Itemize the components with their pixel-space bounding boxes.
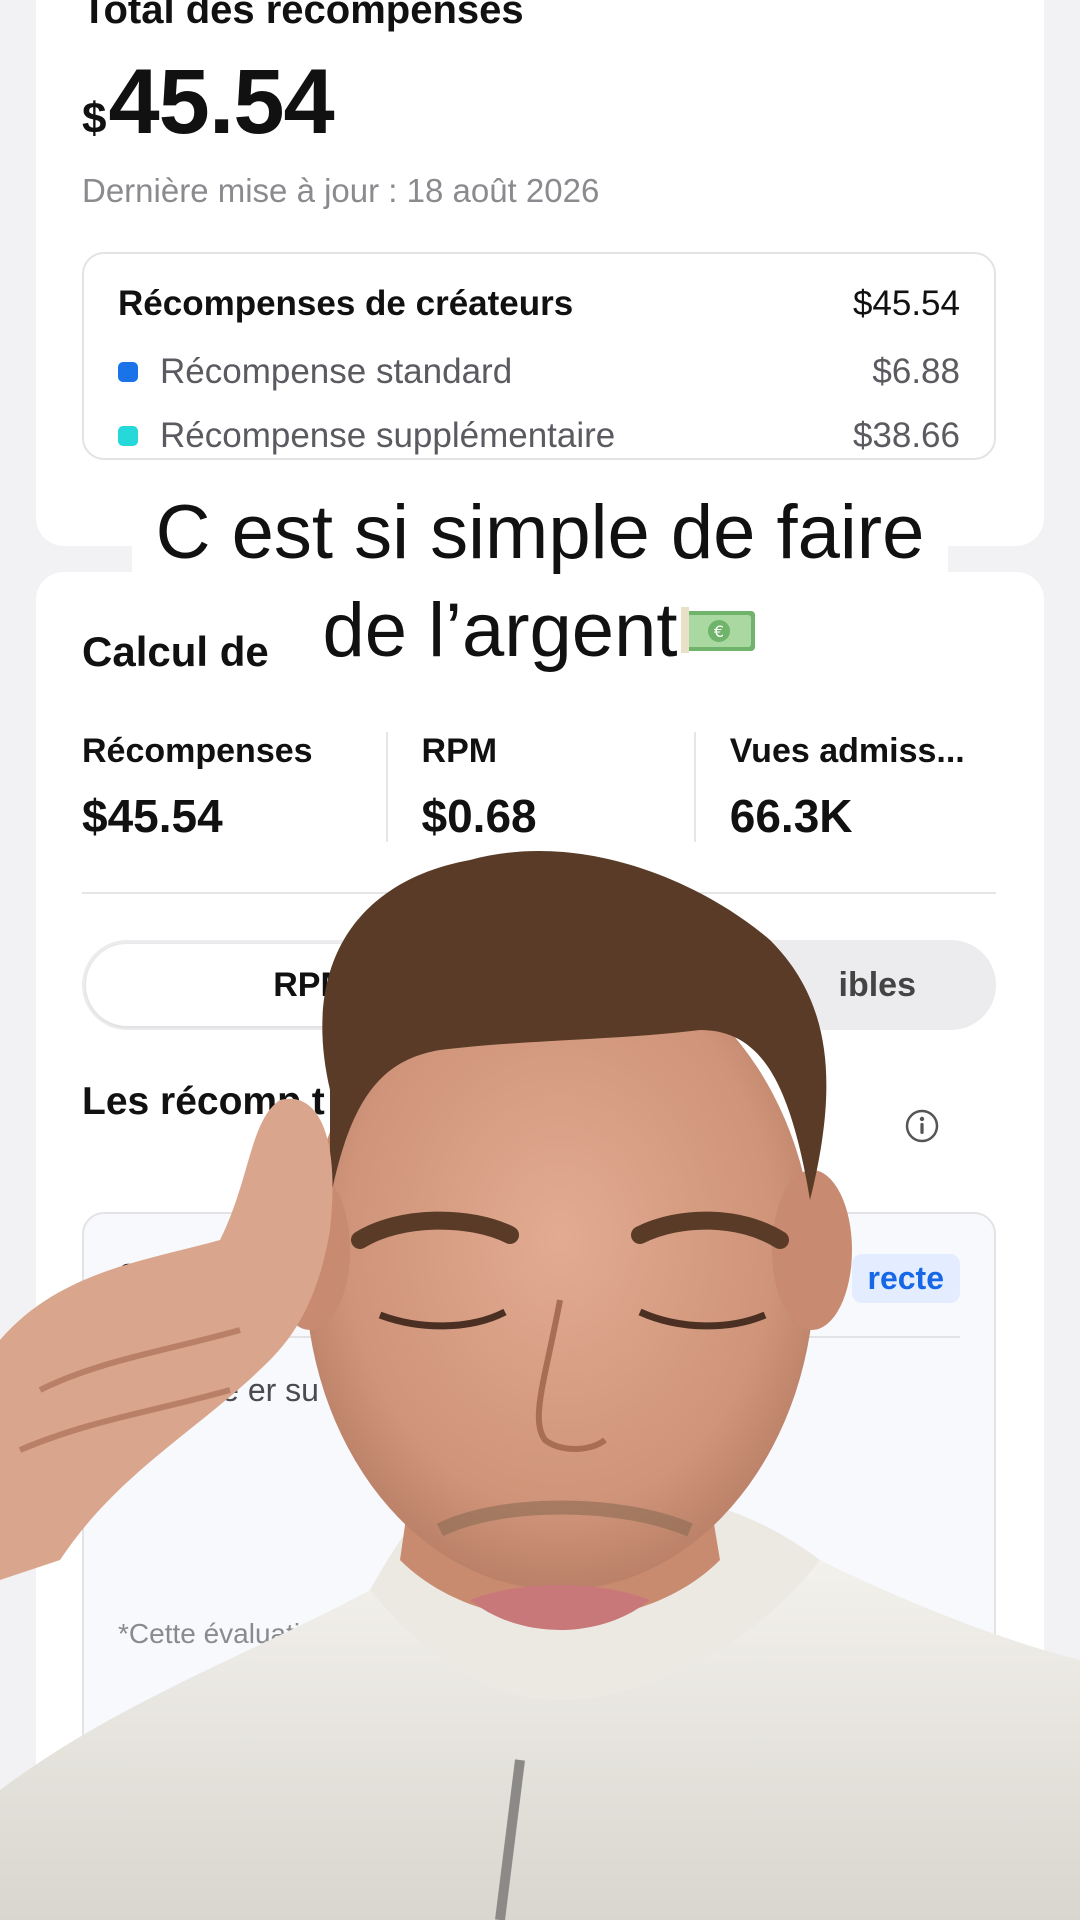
caption-line-2-text: de l’argent [322,588,678,673]
caption-line-1: C est si simple de faire [131,490,949,575]
screen: Total des récompenses $ 45.54 Dernière m… [0,0,1080,1920]
video-caption: C est si simple de faire de l’argent € [0,484,1080,680]
money-emoji-icon: € [681,606,756,653]
svg-text:€: € [714,622,724,641]
creator-video-overlay [0,851,1080,1920]
caption-line-2: de l’argent € [298,588,782,673]
